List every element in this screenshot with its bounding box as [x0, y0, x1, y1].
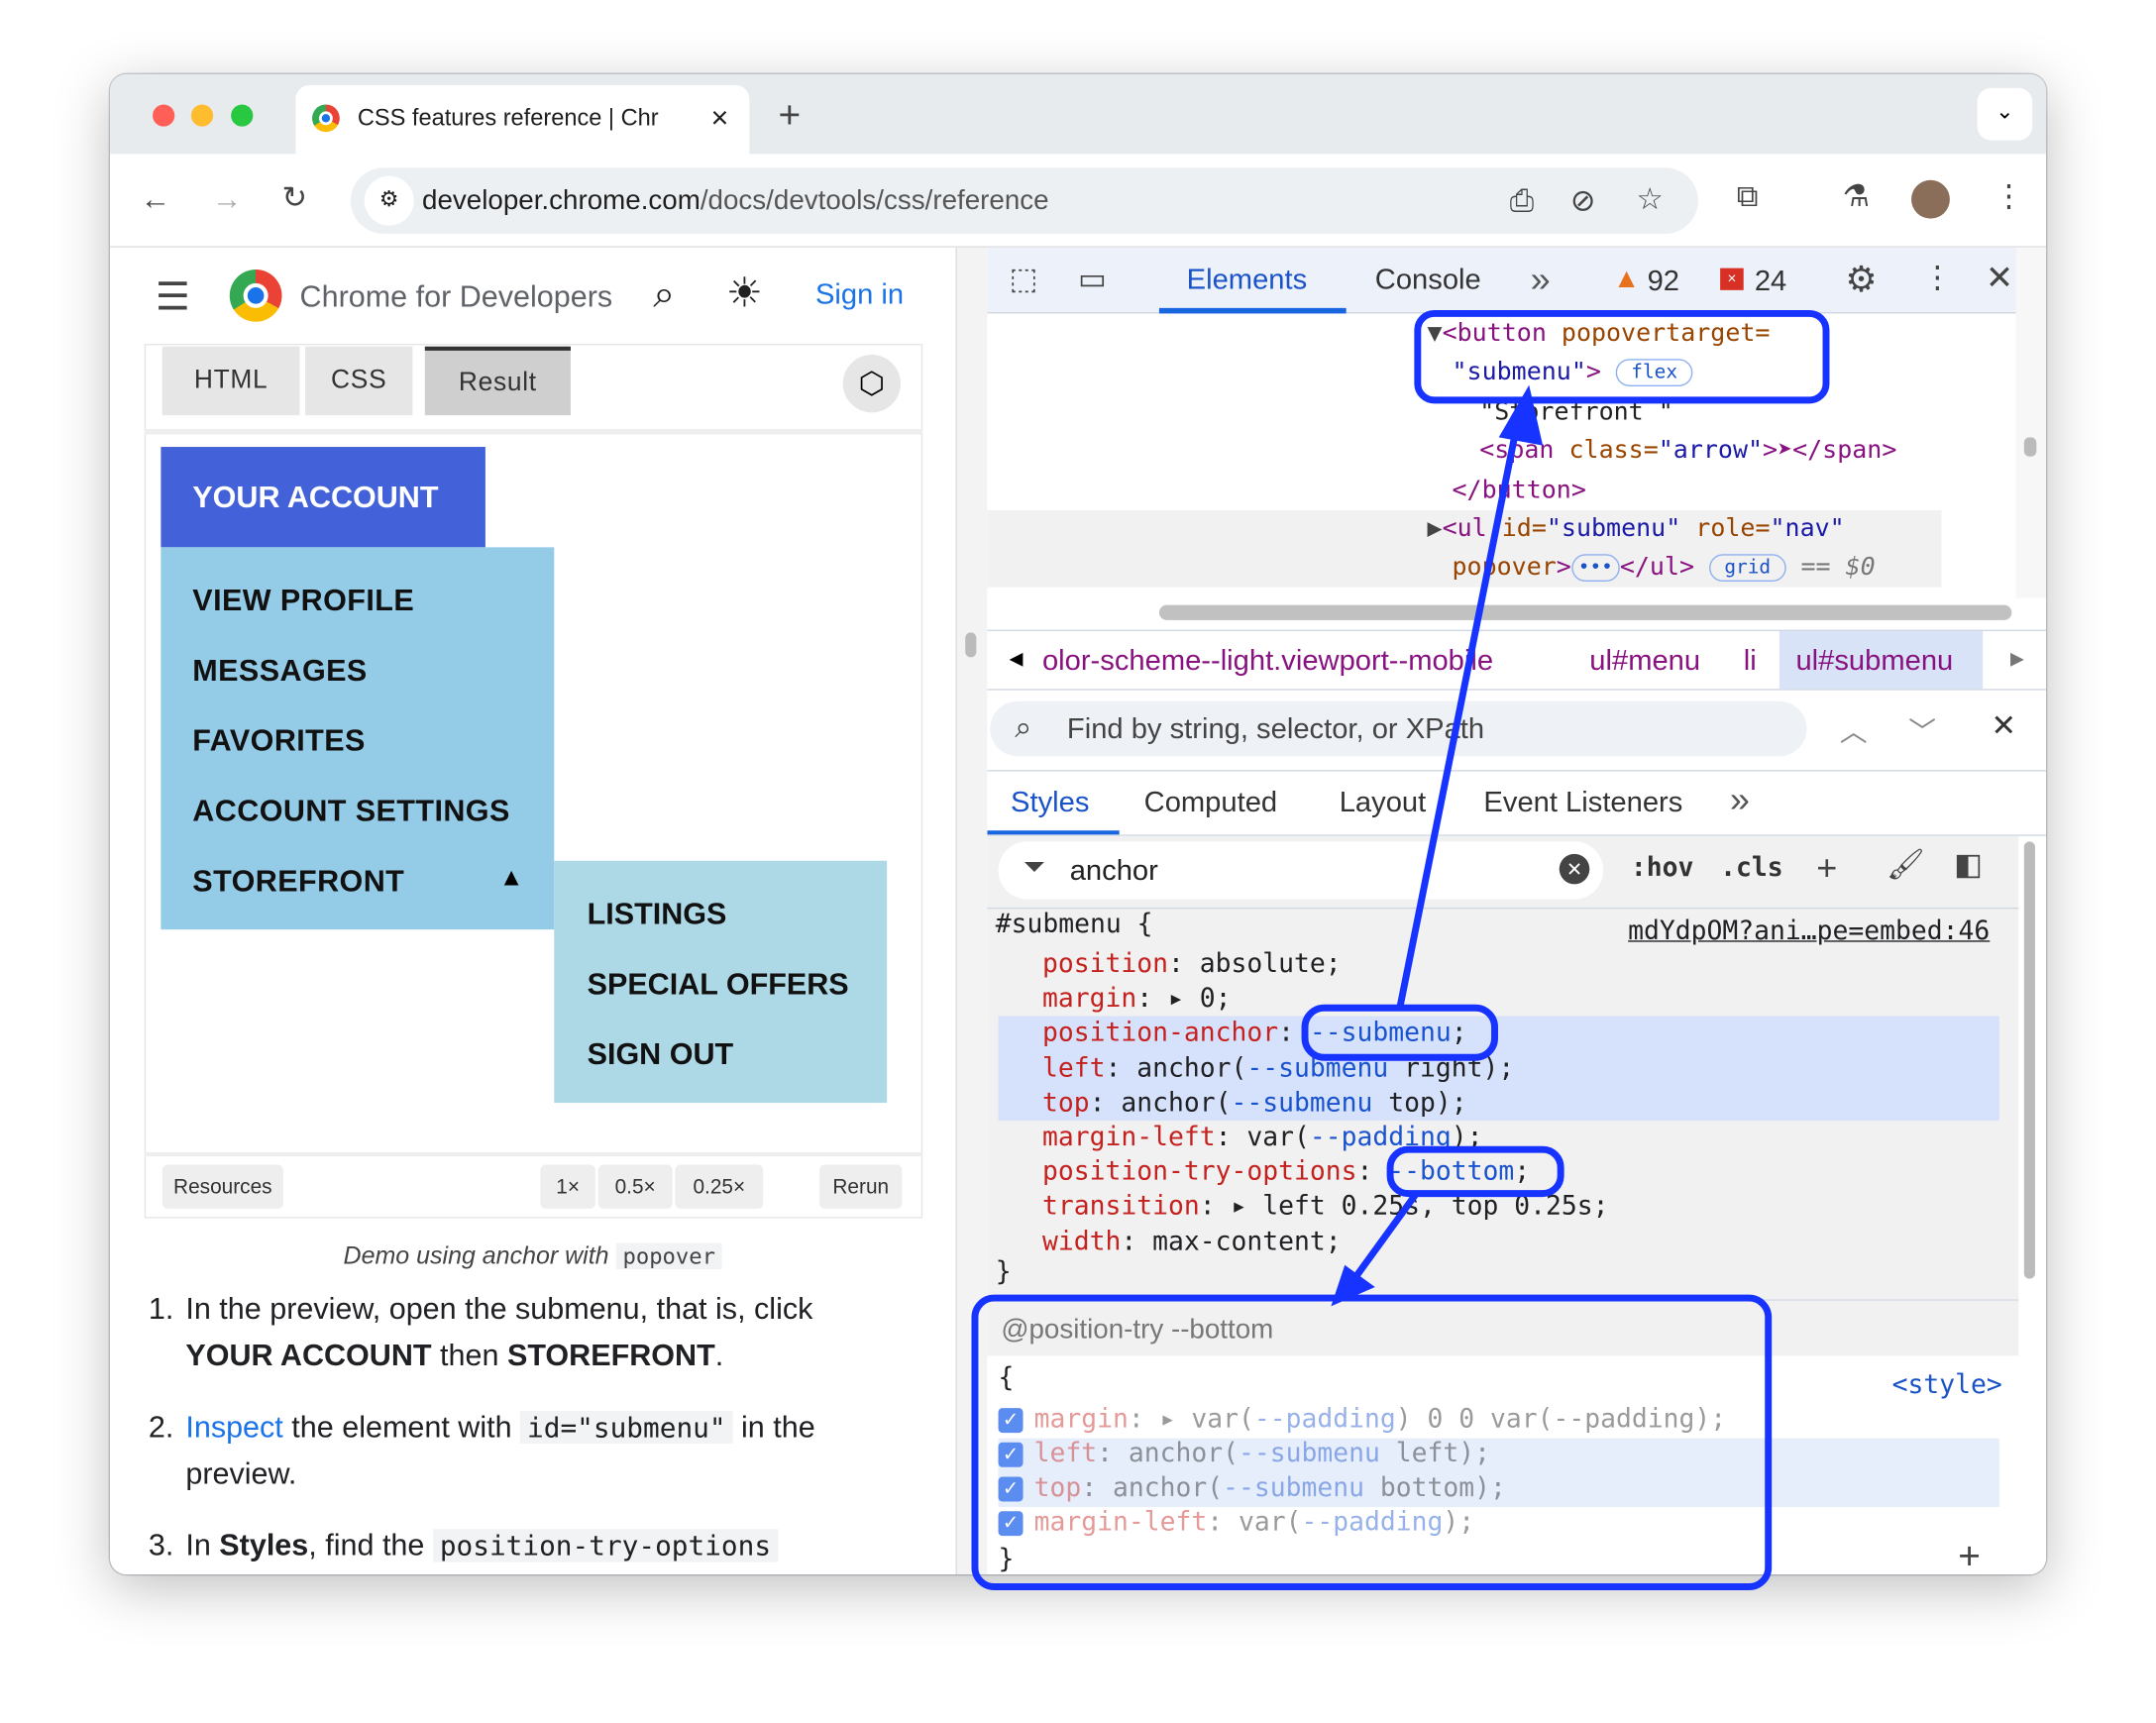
arrowhead-icon: [1498, 384, 1544, 446]
annotation-box-button: [1414, 309, 1830, 404]
annotation-box-submenu: [1301, 1004, 1499, 1061]
annotation-box-bottom: [1386, 1145, 1564, 1198]
annotation-box-position-try: [971, 1294, 1773, 1590]
annotation-arrow-down: [1351, 1191, 1420, 1281]
annotation-arrow-up: [1396, 418, 1522, 1009]
annotation-overlay: [971, 309, 1830, 1590]
